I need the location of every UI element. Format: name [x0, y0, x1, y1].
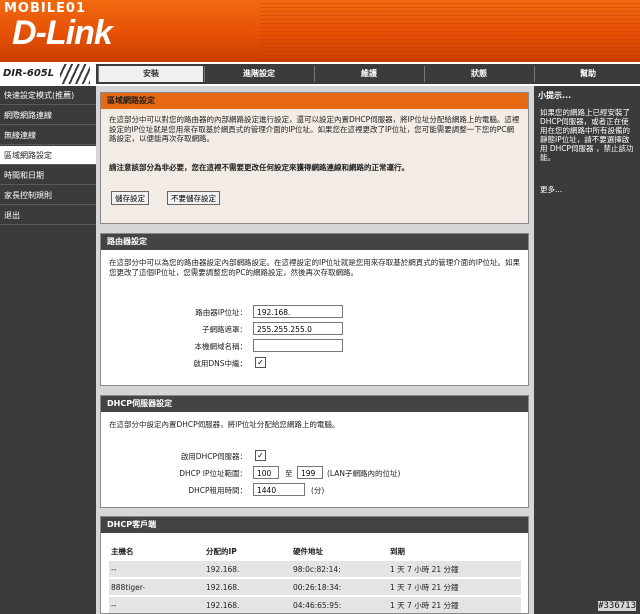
- domain-name-label: 本機網域名稱：: [194, 342, 248, 351]
- subnet-mask-label: 子網路遮罩：: [202, 325, 247, 334]
- dhcp-clients-title: DHCP客戶端: [101, 517, 528, 533]
- router-settings-title: 路由器設定: [101, 234, 528, 250]
- lan-settings-title: 區域網路設定: [101, 93, 528, 109]
- col-hostname: 主機名: [111, 546, 134, 556]
- cell-expiry: 1 天 7 小時 21 分鐘: [388, 559, 521, 578]
- router-settings-desc: 在這部分中可以為您的路由器設定內部網路設定。在這裡設定的IP位址就是您用來存取基…: [109, 258, 520, 277]
- dhcp-lease-label: DHCP租用時間：: [188, 486, 247, 495]
- dhcp-clients-box: DHCP客戶端 主機名 分配的IP 硬件地址 到期 -- 192.168. 98…: [100, 516, 529, 614]
- cell-mac: 04:46:65:95:: [291, 595, 388, 613]
- lan-settings-warning: 請注意該部分為非必要，您在這裡不需要更改任何設定來獲得網路連線和網路的正常運行。: [109, 163, 409, 172]
- cell-mac: 98:0c:82:14:: [291, 559, 388, 578]
- dhcp-enable-checkbox[interactable]: ✓: [255, 450, 266, 461]
- cell-expiry: 1 天 7 小時 21 分鐘: [388, 595, 521, 613]
- dhcp-settings-desc: 在這部分中設定內置DHCP伺服器，將IP位址分配給您網路上的電腦。: [109, 420, 340, 429]
- dhcp-range-to: 至: [285, 469, 293, 478]
- table-row: -- 192.168. 98:0c:82:14: 1 天 7 小時 21 分鐘: [109, 559, 521, 578]
- main-content: 區域網路設定 在這部分中可以對您的路由器的內部網路設定進行設定，還可以設定內置D…: [96, 86, 534, 614]
- tab-maintenance[interactable]: 維護: [314, 66, 423, 82]
- header-stripe: [260, 0, 640, 62]
- table-row: -- 192.168. 04:46:65:95: 1 天 7 小時 21 分鐘: [109, 595, 521, 613]
- help-title: 小提示...: [538, 91, 572, 100]
- col-mac: 硬件地址: [293, 546, 323, 556]
- domain-name-input[interactable]: [253, 339, 343, 352]
- cell-ip: 192.168.: [204, 577, 291, 596]
- cell-hostname: --: [109, 559, 204, 578]
- table-header-row: 主機名 分配的IP 硬件地址 到期: [109, 543, 521, 560]
- save-settings-button[interactable]: 儲存設定: [111, 191, 149, 205]
- dns-relay-label: 啟用DNS中繼：: [193, 359, 247, 368]
- sidebar-item-lan[interactable]: 區域網路設定: [0, 146, 96, 165]
- sidebar-item-wireless[interactable]: 無線連線: [0, 126, 96, 145]
- lan-settings-desc: 在這部分中可以對您的路由器的內部網路設定進行設定，還可以設定內置DHCP伺服器，…: [109, 115, 520, 143]
- header-banner: MOBILE01 D-Link: [0, 0, 640, 62]
- model-label: DIR-605L: [3, 68, 55, 79]
- cell-ip: 192.168.: [204, 559, 291, 578]
- dhcp-range-label: DHCP IP位址範圍：: [179, 469, 247, 478]
- cell-expiry: 1 天 7 小時 21 分鐘: [388, 577, 521, 596]
- router-ip-label: 路由器IP位址：: [195, 308, 247, 317]
- sidebar-item-wizard[interactable]: 快速設定模式(推薦): [0, 86, 96, 105]
- watermark: #336713: [598, 601, 636, 611]
- dhcp-lease-unit: (分): [311, 486, 325, 495]
- sidebar-item-internet[interactable]: 網際網路連線: [0, 106, 96, 125]
- col-expiry: 到期: [390, 546, 405, 556]
- dhcp-settings-title: DHCP伺服器設定: [101, 396, 528, 412]
- dhcp-enable-label: 啟用DHCP伺服器：: [180, 452, 247, 461]
- cell-hostname: --: [109, 595, 204, 613]
- cell-mac: 00:26:18:34:: [291, 577, 388, 596]
- tab-help[interactable]: 幫助: [534, 66, 640, 82]
- tab-status[interactable]: 狀態: [424, 66, 533, 82]
- dhcp-settings-box: DHCP伺服器設定 在這部分中設定內置DHCP伺服器，將IP位址分配給您網路上的…: [100, 395, 529, 508]
- sidebar-item-parental[interactable]: 家長控制規則: [0, 186, 96, 205]
- tab-advanced[interactable]: 進階設定: [204, 66, 313, 82]
- model-slashes: [60, 64, 90, 84]
- cell-hostname: 888tiger-: [109, 577, 204, 596]
- router-ip-input[interactable]: 192.168.: [253, 305, 343, 318]
- dont-save-button[interactable]: 不要儲存設定: [167, 191, 220, 205]
- tab-setup[interactable]: 安裝: [98, 66, 203, 82]
- dns-relay-checkbox[interactable]: ✓: [255, 357, 266, 368]
- sidebar: 快速設定模式(推薦) 網際網路連線 無線連線 區域網路設定 時間和日期 家長控制…: [0, 86, 96, 614]
- router-settings-box: 路由器設定 在這部分中可以為您的路由器設定內部網路設定。在這裡設定的IP位址就是…: [100, 233, 529, 386]
- dhcp-clients-table: 主機名 分配的IP 硬件地址 到期 -- 192.168. 98:0c:82:1…: [109, 543, 521, 613]
- col-ip: 分配的IP: [206, 546, 237, 556]
- sidebar-item-time[interactable]: 時間和日期: [0, 166, 96, 185]
- help-panel: 小提示... 如果您的網路上已經安裝了DHCP伺服器，或者正在使用在您的網路中所…: [534, 86, 640, 614]
- subnet-mask-input[interactable]: 255.255.255.0: [253, 322, 343, 335]
- cell-ip: 192.168.: [204, 595, 291, 613]
- dhcp-lease-input[interactable]: 1440: [253, 483, 305, 496]
- dlink-logo: D-Link: [12, 14, 113, 52]
- dhcp-range-end-input[interactable]: 199: [297, 466, 323, 479]
- sidebar-item-logout[interactable]: 退出: [0, 206, 96, 225]
- help-text: 如果您的網路上已經安裝了DHCP伺服器，或者正在使用在您的網路中所有設備的靜態I…: [540, 108, 634, 162]
- dhcp-range-note: (LAN子網路內的位址): [327, 469, 401, 478]
- model-label-box: DIR-605L: [0, 64, 96, 84]
- help-more-link[interactable]: 更多...: [540, 184, 562, 195]
- lan-settings-box: 區域網路設定 在這部分中可以對您的路由器的內部網路設定進行設定，還可以設定內置D…: [100, 92, 529, 224]
- dhcp-range-start-input[interactable]: 100: [253, 466, 279, 479]
- table-row: 888tiger- 192.168. 00:26:18:34: 1 天 7 小時…: [109, 577, 521, 596]
